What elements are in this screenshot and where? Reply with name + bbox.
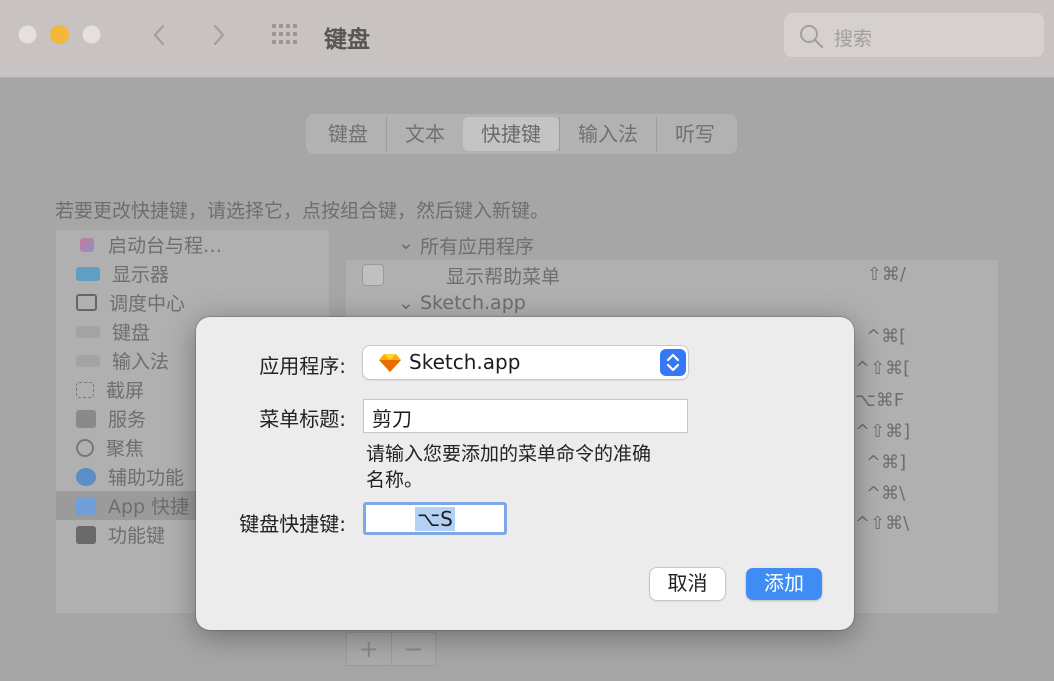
group-label: 所有应用程序 <box>420 236 535 258</box>
gear-icon <box>76 409 96 428</box>
search-field[interactable]: 搜索 <box>784 13 1044 57</box>
tab-keyboard[interactable]: 键盘 <box>310 117 386 151</box>
minimize-window-button[interactable] <box>50 25 69 44</box>
add-shortcut-dialog: 应用程序: Sketch.app 菜单标题: 剪刀 请输入您要添加的菜单命令的准… <box>196 317 854 630</box>
zoom-window-button[interactable] <box>82 25 101 44</box>
sidebar-item-label: 服务 <box>108 409 147 431</box>
screenshot-icon <box>76 381 94 398</box>
chevron-right-icon <box>213 24 225 46</box>
sidebar-item-label: 输入法 <box>112 351 170 373</box>
grid-icon <box>272 24 297 44</box>
sidebar-item-label: 显示器 <box>112 264 170 286</box>
close-window-button[interactable] <box>18 25 37 44</box>
menu-title-value: 剪刀 <box>372 407 412 431</box>
popup-stepper-icon <box>660 349 686 376</box>
title-bar: 键盘 搜索 <box>0 0 1054 78</box>
sidebar-item-label: 功能键 <box>108 525 166 547</box>
chevron-down-icon: ⌄ <box>398 292 414 314</box>
add-remove-bar: + − <box>346 632 436 666</box>
sidebar-item-label: 截屏 <box>106 380 145 402</box>
cancel-button[interactable]: 取消 <box>650 568 725 600</box>
shortcut-key: ^⇧⌘] <box>855 421 911 442</box>
sidebar-item-label: App 快捷 <box>108 496 190 518</box>
keyboard-shortcut-value: ⌥S <box>415 507 455 531</box>
tab-input-sources[interactable]: 输入法 <box>559 117 656 151</box>
sketch-app-icon <box>379 354 401 372</box>
app-store-icon <box>76 496 96 515</box>
sidebar-item-launchpad[interactable]: 启动台与程… <box>56 230 329 259</box>
shortcut-key: ^⌘\ <box>866 483 906 504</box>
add-shortcut-button[interactable]: + <box>347 633 391 665</box>
window-title: 键盘 <box>324 27 370 53</box>
remove-shortcut-button[interactable]: − <box>390 633 436 665</box>
menu-title-label: 菜单标题: <box>259 407 346 431</box>
fn-key-icon <box>76 525 96 544</box>
menu-title-field[interactable]: 剪刀 <box>363 399 688 433</box>
back-button[interactable] <box>145 20 175 50</box>
keyboard-icon <box>76 354 100 367</box>
keyboard-shortcut-field[interactable]: ⌥S <box>363 502 507 535</box>
sidebar-item-label: 聚焦 <box>106 438 145 460</box>
sidebar-item-mission-control[interactable]: 调度中心 <box>56 288 329 317</box>
search-placeholder: 搜索 <box>834 28 873 50</box>
menu-title-hint: 请输入您要添加的菜单命令的准确名称。 <box>366 443 652 491</box>
shortcut-row[interactable]: 显示帮助菜单 ⇧⌘/ <box>346 260 998 290</box>
shortcut-label: 显示帮助菜单 <box>446 266 561 288</box>
mission-control-icon <box>76 294 97 311</box>
group-row-all-apps[interactable]: ⌄ 所有应用程序 <box>346 230 998 260</box>
keyboard-shortcut-label: 键盘快捷键: <box>239 512 346 536</box>
sidebar-item-displays[interactable]: 显示器 <box>56 259 329 288</box>
sidebar-item-label: 辅助功能 <box>108 467 185 489</box>
shortcut-key: ⇧⌘/ <box>866 264 906 285</box>
tab-bar: 键盘 文本 快捷键 输入法 听写 <box>306 114 737 154</box>
sidebar-item-label: 调度中心 <box>109 293 186 315</box>
shortcut-key: ^⌘] <box>866 452 907 473</box>
tab-text[interactable]: 文本 <box>386 117 463 151</box>
spotlight-icon <box>76 438 94 457</box>
chevron-down-icon: ⌄ <box>398 232 414 254</box>
tab-dictation[interactable]: 听写 <box>656 117 733 151</box>
keyboard-icon <box>76 325 100 338</box>
application-value: Sketch.app <box>409 350 521 374</box>
group-label: Sketch.app <box>420 292 526 314</box>
search-icon <box>800 25 824 49</box>
shortcut-key: ⌥⌘F <box>855 390 905 411</box>
launchpad-icon <box>80 237 94 252</box>
group-row-sketch[interactable]: ⌄ Sketch.app <box>346 290 998 320</box>
sidebar-item-label: 键盘 <box>112 322 151 344</box>
chevron-left-icon <box>153 24 165 46</box>
shortcut-checkbox[interactable] <box>362 264 384 286</box>
shortcut-key: ^⇧⌘\ <box>855 513 910 534</box>
tab-shortcuts[interactable]: 快捷键 <box>463 117 559 151</box>
accessibility-icon <box>76 467 96 486</box>
add-button[interactable]: 添加 <box>746 568 822 600</box>
forward-button[interactable] <box>203 20 233 50</box>
instruction-text: 若要更改快捷键，请选择它，点按组合键，然后键入新键。 <box>55 200 550 222</box>
show-all-button[interactable] <box>270 22 300 48</box>
application-label: 应用程序: <box>259 354 346 378</box>
application-popup[interactable]: Sketch.app <box>363 346 688 379</box>
shortcut-key: ^⇧⌘[ <box>855 358 911 379</box>
shortcut-key: ^⌘[ <box>866 326 907 347</box>
display-icon <box>76 266 100 281</box>
sidebar-item-label: 启动台与程… <box>108 235 223 257</box>
